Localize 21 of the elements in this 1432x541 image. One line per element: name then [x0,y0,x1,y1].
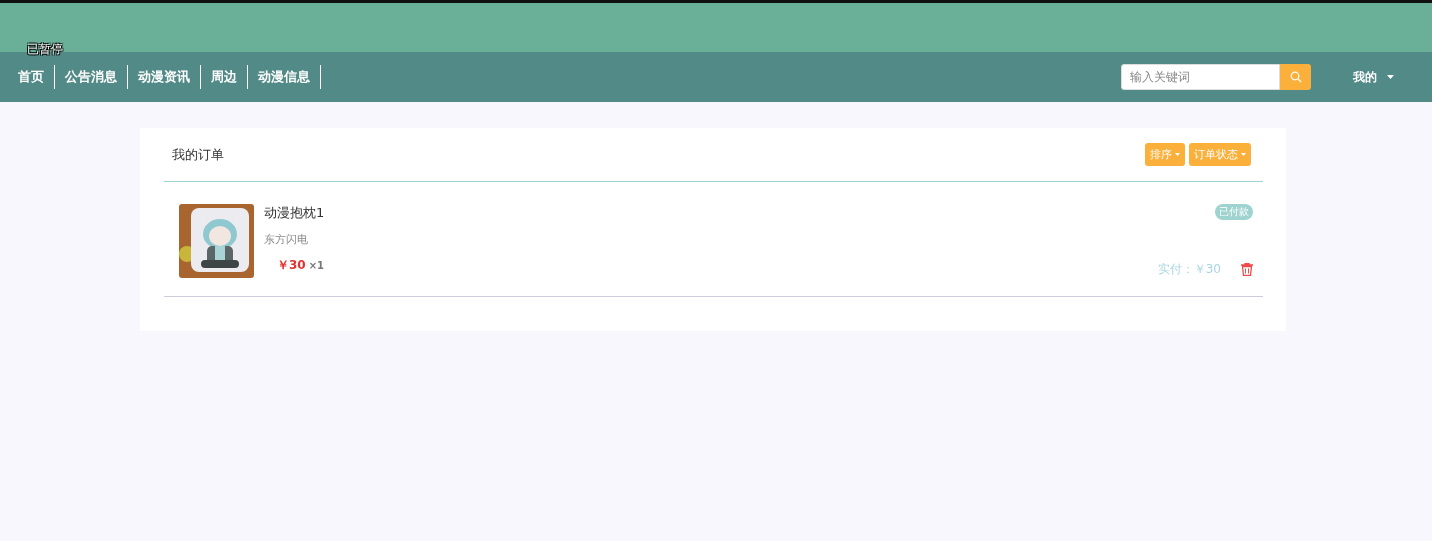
panel-title: 我的订单 [172,145,225,164]
product-name: 动漫抱枕1 [264,204,326,222]
user-menu[interactable]: 我的 [1353,68,1394,86]
paid-total: 实付：￥30 [1157,261,1221,278]
nav-link[interactable]: 动漫资讯 [128,65,201,89]
search-icon [1289,71,1302,83]
nav-link[interactable]: 周边 [201,65,248,89]
nav-link[interactable]: 动漫信息 [248,65,321,89]
status-badge: 已付款 [1215,204,1253,220]
caret-icon [1175,153,1180,156]
price: ￥30 [277,257,306,274]
caret-icon [1387,75,1394,79]
search-field[interactable]: 输入关键词 [1121,64,1280,90]
trash-icon [1241,263,1253,276]
caret-icon [1241,153,1246,156]
nav-link[interactable]: 首页 [8,65,55,89]
quantity: ×1 [308,260,325,271]
nav-link[interactable]: 公告消息 [55,65,128,89]
shop-name: 东方闪电 [264,232,309,247]
paused-label: 已暂停 [27,41,63,58]
delete-button[interactable] [1241,263,1253,276]
